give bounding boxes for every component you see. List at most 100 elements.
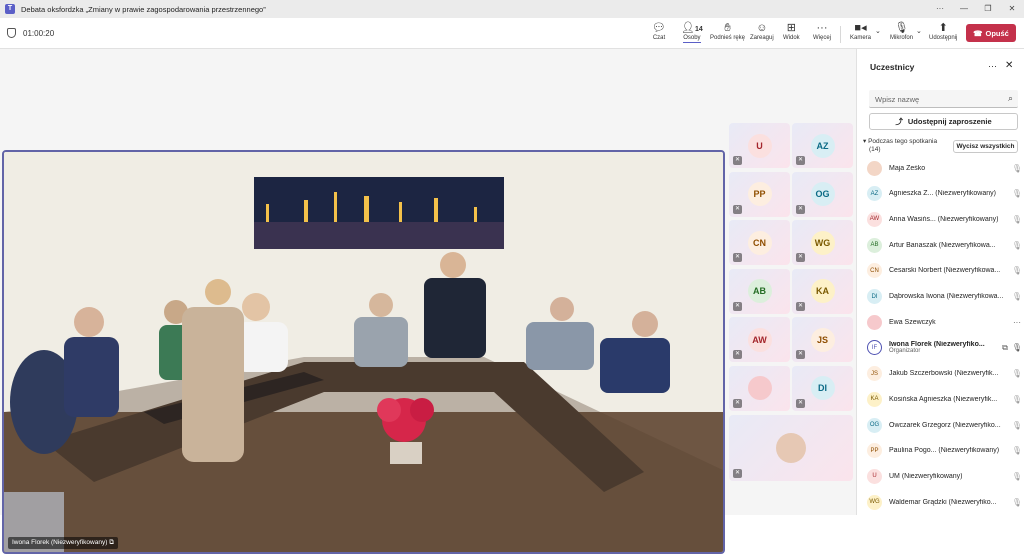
participant-row[interactable]: Ewa Szewczyk ···	[867, 312, 1023, 332]
participant-row[interactable]: CN Cesarski Norbert (Niezweryfikowa... 🎙︎	[867, 261, 1023, 281]
participant-tile[interactable]: OG ✕	[792, 171, 853, 217]
participant-name: Iwona Florek (Niezweryfiko...	[889, 341, 985, 349]
mic-off-icon: 🎙︎	[1011, 292, 1023, 301]
avatar: OG	[810, 182, 835, 206]
mic-off-icon: 🎙︎	[1011, 446, 1023, 456]
participant-avatar	[867, 160, 882, 176]
participant-name: Maja Żeśko	[889, 164, 926, 172]
mic-off-icon: ✕	[733, 350, 742, 359]
smiley-icon: ☺	[756, 22, 768, 34]
share-invite-button[interactable]: ⤴ Udostępnij zaproszenie	[869, 113, 1018, 130]
participant-avatar: CN	[867, 263, 882, 279]
mic-button[interactable]: 🎙︎ Mikrofon	[890, 21, 913, 47]
participant-tile[interactable]: CN ✕	[729, 220, 790, 265]
self-video-tile[interactable]: ✕	[729, 415, 853, 481]
participant-avatar: IF	[867, 340, 882, 356]
participant-name: Paulina Pogo... (Niezweryfikowany)	[889, 447, 1000, 455]
section-header[interactable]: ▾ Podczas tego spotkania (14)	[863, 138, 937, 154]
participant-row[interactable]: AB Artur Banaszak (Niezweryfikowa... 🎙︎	[867, 235, 1023, 255]
react-button[interactable]: ☺ Zareaguj	[750, 21, 774, 47]
participant-row[interactable]: AW Anna Wasińs... (Niezweryfikowany) 🎙︎	[867, 209, 1023, 229]
maximize-button[interactable]: ❐	[976, 0, 1000, 18]
participant-tile[interactable]: AB ✕	[729, 268, 790, 314]
panel-more-icon[interactable]: ···	[988, 61, 997, 71]
participant-row[interactable]: Maja Żeśko 🎙︎	[867, 158, 1023, 178]
people-button[interactable]: 👤︎14 Osoby	[681, 21, 703, 47]
participant-avatar: DI	[867, 289, 882, 304]
minimize-button[interactable]: —	[952, 0, 976, 18]
mic-off-icon: ✕	[733, 204, 742, 214]
phone-hangup-icon: ☎︎	[973, 28, 983, 38]
participant-tile[interactable]: WG ✕	[792, 220, 853, 265]
participant-tile[interactable]: PP ✕	[729, 171, 790, 217]
participant-name: Artur Banaszak (Niezweryfikowa...	[889, 241, 996, 249]
raise-hand-button[interactable]: ✋︎ Podnieś rękę	[710, 21, 745, 47]
participant-row[interactable]: AZ Agnieszka Z... (Niezweryfikowany) 🎙︎	[867, 184, 1023, 204]
camera-button[interactable]: ■◂ Kamera	[850, 21, 871, 47]
participant-tile[interactable]: KA ✕	[792, 268, 853, 314]
participant-avatar: AZ	[867, 186, 882, 202]
chat-button[interactable]: 💬︎ Czat	[652, 21, 666, 47]
main-video[interactable]: Iwona Florek (Niezweryfikowany) ⧉	[2, 150, 725, 554]
search-input[interactable]: Wpisz nazwę ⌕	[869, 90, 1018, 108]
conference-room-scene	[4, 152, 723, 552]
share-button[interactable]: ⬆︎ Udostępnij	[929, 21, 957, 47]
toolbar-divider	[840, 26, 841, 43]
mic-off-icon: 🎙︎	[1011, 369, 1023, 379]
more-icon: ···	[1013, 317, 1021, 327]
participant-avatar: PP	[867, 443, 882, 459]
participant-tile[interactable]: DI ✕	[792, 365, 853, 411]
more-options-icon[interactable]: ···	[928, 0, 952, 18]
participant-name: Jakub Szczerbowski (Niezweryfik...	[889, 370, 999, 378]
share-icon: ⬆︎	[938, 22, 948, 34]
participant-name: Waldemar Grądzki (Niezweryfiko...	[889, 498, 997, 506]
participant-tile[interactable]: AZ ✕	[792, 123, 853, 168]
participant-name: Cesarski Norbert (Niezweryfikowa...	[889, 267, 1001, 275]
participant-tile[interactable]: U ✕	[729, 123, 790, 168]
avatar	[776, 433, 806, 463]
mic-off-icon: ✕	[796, 204, 805, 214]
screen-share-icon: ⧉	[1002, 342, 1008, 352]
participant-name: Owczarek Grzegorz (Niezweryfiko...	[889, 421, 1001, 429]
participant-name: Kosińska Agnieszka (Niezweryfik...	[889, 395, 998, 403]
mic-off-icon: ✕	[733, 398, 742, 408]
view-button[interactable]: ⊞ Widok	[783, 21, 800, 47]
mic-off-icon: ✕	[733, 469, 742, 478]
avatar: U	[747, 133, 772, 158]
shield-icon	[7, 28, 16, 38]
participant-avatar: OG	[867, 417, 882, 433]
participant-row[interactable]: WG Waldemar Grądzki (Niezweryfiko... 🎙︎	[867, 492, 1023, 512]
participant-row[interactable]: U UM (Niezweryfikowany) 🎙︎	[867, 466, 1023, 486]
participant-row[interactable]: JS Jakub Szczerbowski (Niezweryfik... 🎙︎	[867, 364, 1023, 384]
participant-name: Ewa Szewczyk	[889, 318, 936, 326]
avatar: CN	[747, 230, 772, 255]
more-button[interactable]: ··· Więcej	[813, 21, 831, 47]
mic-off-icon: 🎙︎	[894, 22, 909, 34]
participant-tile[interactable]: ✕	[729, 365, 790, 411]
participant-tile[interactable]: JS ✕	[792, 317, 853, 362]
participant-row[interactable]: KA Kosińska Agnieszka (Niezweryfik... 🎙︎	[867, 389, 1023, 409]
chat-icon: 💬︎	[652, 22, 666, 34]
participant-row[interactable]: IF Iwona Florek (Niezweryfiko... Organizat…	[867, 338, 1023, 358]
speaker-name-label: Iwona Florek (Niezweryfikowany) ⧉	[8, 537, 118, 549]
mic-off-icon: 🎙︎	[1011, 471, 1023, 481]
mute-all-button[interactable]: Wycisz wszystkich	[953, 140, 1018, 153]
panel-title: Uczestnicy	[870, 62, 915, 72]
participant-row[interactable]: DI Dąbrowska Iwona (Niezweryfikowa... 🎙︎	[867, 287, 1023, 307]
participant-avatar: WG	[867, 494, 882, 510]
participant-role: Organizator	[889, 348, 921, 355]
avatar: AW	[747, 327, 772, 352]
participant-row[interactable]: OG Owczarek Grzegorz (Niezweryfiko... 🎙︎	[867, 415, 1023, 435]
participant-row[interactable]: PP Paulina Pogo... (Niezweryfikowany) 🎙︎	[867, 441, 1023, 461]
window-title: Debata oksfordzka „Zmiany w prawie zagos…	[21, 4, 266, 14]
camera-icon: ■◂	[854, 22, 867, 34]
people-count: 14	[694, 26, 703, 33]
close-window-button[interactable]: ✕	[1000, 0, 1024, 18]
participant-tile[interactable]: AW ✕	[729, 317, 790, 362]
mic-icon: 🎙︎	[1011, 343, 1023, 353]
meeting-toolbar: 01:00:20 💬︎ Czat 👤︎14 Osoby ✋︎ Podnieś r…	[0, 18, 1024, 49]
participant-avatar: U	[867, 468, 882, 484]
hand-icon: ✋︎	[724, 22, 731, 34]
leave-button[interactable]: ☎︎ Opuść	[966, 24, 1016, 42]
close-icon[interactable]: ✕	[1005, 60, 1013, 71]
